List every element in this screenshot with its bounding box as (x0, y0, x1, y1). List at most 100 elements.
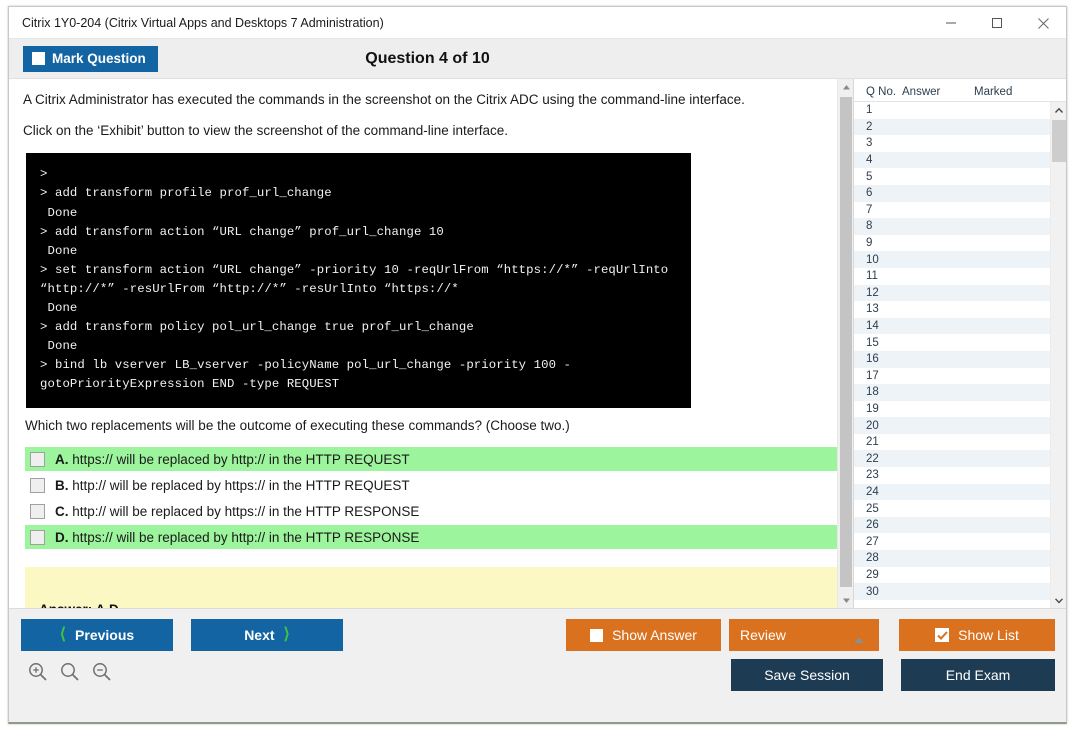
option-row-d[interactable]: D. https:// will be replaced by http:// … (25, 525, 837, 549)
question-list-row[interactable]: 15 (854, 334, 1050, 351)
question-list-row-number: 17 (854, 370, 902, 382)
show-list-button[interactable]: Show List (899, 619, 1055, 651)
question-list-row-number: 12 (854, 287, 902, 299)
question-list-row[interactable]: 21 (854, 434, 1050, 451)
list-scroll-up-button[interactable] (1051, 102, 1066, 118)
question-list-row[interactable]: 2 (854, 119, 1050, 136)
review-label: Review (740, 627, 786, 643)
body-area: A Citrix Administrator has executed the … (9, 79, 1066, 608)
question-list-scroll-wrapper: 1234567891011121314151617181920212223242… (854, 101, 1066, 608)
question-list-scrollbar[interactable] (1050, 102, 1066, 608)
header-strip: Mark Question Question 4 of 10 (9, 39, 1066, 79)
question-list-row[interactable]: 26 (854, 517, 1050, 534)
question-list-row[interactable]: 27 (854, 533, 1050, 550)
question-list-row[interactable]: 9 (854, 235, 1050, 252)
question-list-row[interactable]: 23 (854, 467, 1050, 484)
zoom-in-icon[interactable] (27, 661, 49, 683)
question-list-row-number: 18 (854, 386, 902, 398)
question-list-row[interactable]: 12 (854, 285, 1050, 302)
question-list-row[interactable]: 14 (854, 318, 1050, 335)
option-c-text: http:// will be replaced by https:// in … (72, 504, 419, 519)
question-list-row-number: 2 (854, 121, 902, 133)
show-answer-button[interactable]: Show Answer (566, 619, 721, 651)
question-list-row[interactable]: 30 (854, 583, 1050, 600)
question-list-row-number: 5 (854, 171, 902, 183)
option-row-c[interactable]: C. http:// will be replaced by https:// … (25, 499, 837, 523)
zoom-reset-icon[interactable] (59, 661, 81, 683)
question-list-row[interactable]: 29 (854, 567, 1050, 584)
question-list-row-number: 28 (854, 552, 902, 564)
content-scroll-up-button[interactable] (838, 79, 854, 95)
previous-button[interactable]: ⟨ Previous (21, 619, 173, 651)
question-list-row[interactable]: 18 (854, 384, 1050, 401)
question-list-row-number: 20 (854, 420, 902, 432)
question-list-row-number: 24 (854, 486, 902, 498)
mark-question-button[interactable]: Mark Question (23, 46, 158, 72)
previous-button-label: Previous (75, 627, 134, 643)
option-d-checkbox[interactable] (30, 530, 45, 545)
question-list-row[interactable]: 19 (854, 401, 1050, 418)
question-list-row-number: 3 (854, 137, 902, 149)
question-list-row[interactable]: 7 (854, 202, 1050, 219)
option-b-text: http:// will be replaced by https:// in … (72, 478, 409, 493)
option-a-checkbox[interactable] (30, 452, 45, 467)
question-stem-line-1: A Citrix Administrator has executed the … (23, 91, 823, 109)
show-list-checkbox-icon[interactable] (935, 628, 949, 642)
answer-options: A. https:// will be replaced by http:// … (25, 447, 823, 549)
exam-window: Citrix 1Y0-204 (Citrix Virtual Apps and … (8, 6, 1067, 724)
question-list-row[interactable]: 5 (854, 168, 1050, 185)
next-button[interactable]: Next ⟩ (191, 619, 343, 651)
mark-question-checkbox-icon[interactable] (32, 52, 45, 65)
question-list-row[interactable]: 24 (854, 484, 1050, 501)
question-list-row[interactable]: 1 (854, 102, 1050, 119)
question-list-row-number: 8 (854, 220, 902, 232)
question-list-row[interactable]: 20 (854, 417, 1050, 434)
question-list-row-number: 10 (854, 254, 902, 266)
option-row-a[interactable]: A. https:// will be replaced by http:// … (25, 447, 837, 471)
question-list-row[interactable]: 11 (854, 268, 1050, 285)
list-scroll-down-button[interactable] (1051, 592, 1066, 608)
minimize-icon (945, 17, 957, 29)
option-b-checkbox[interactable] (30, 478, 45, 493)
question-list-row[interactable]: 10 (854, 251, 1050, 268)
chevron-left-icon: ⟨ (60, 627, 66, 643)
window-title: Citrix 1Y0-204 (Citrix Virtual Apps and … (9, 16, 384, 30)
question-list-row[interactable]: 4 (854, 152, 1050, 169)
option-d-letter: D. (55, 530, 69, 545)
show-answer-checkbox-icon[interactable] (590, 629, 603, 642)
zoom-out-icon[interactable] (91, 661, 113, 683)
review-dropdown-button[interactable]: Review (729, 619, 879, 651)
question-list-row[interactable]: 28 (854, 550, 1050, 567)
question-prompt: Which two replacements will be the outco… (25, 418, 823, 433)
question-list-row[interactable]: 13 (854, 301, 1050, 318)
end-exam-label: End Exam (946, 667, 1011, 683)
question-list-row[interactable]: 8 (854, 218, 1050, 235)
end-exam-button[interactable]: End Exam (901, 659, 1055, 691)
question-list-row[interactable]: 25 (854, 500, 1050, 517)
content-scrollbar[interactable] (837, 79, 853, 608)
option-row-b[interactable]: B. http:// will be replaced by https:// … (25, 473, 837, 497)
question-list-row-number: 14 (854, 320, 902, 332)
question-list-row[interactable]: 16 (854, 351, 1050, 368)
close-button[interactable] (1020, 7, 1066, 39)
question-list-row[interactable]: 22 (854, 450, 1050, 467)
option-c-checkbox[interactable] (30, 504, 45, 519)
content-scroll-down-button[interactable] (838, 592, 854, 608)
question-list-row[interactable]: 3 (854, 135, 1050, 152)
content-scroll-thumb[interactable] (840, 97, 852, 587)
page-title: Question 4 of 10 (9, 50, 1066, 68)
question-list-row[interactable]: 6 (854, 185, 1050, 202)
maximize-button[interactable] (974, 7, 1020, 39)
save-session-button[interactable]: Save Session (731, 659, 883, 691)
option-b-label: B. http:// will be replaced by https:// … (55, 478, 410, 493)
question-list-row-number: 27 (854, 536, 902, 548)
question-list-rows[interactable]: 1234567891011121314151617181920212223242… (854, 102, 1050, 608)
column-header-marked: Marked (974, 86, 1044, 98)
question-list-row[interactable]: 17 (854, 368, 1050, 385)
save-session-label: Save Session (764, 667, 850, 683)
column-header-q-no: Q No. (854, 86, 902, 98)
list-scroll-thumb[interactable] (1052, 120, 1066, 162)
minimize-button[interactable] (928, 7, 974, 39)
maximize-icon (991, 17, 1003, 29)
question-list-row-number: 16 (854, 353, 902, 365)
